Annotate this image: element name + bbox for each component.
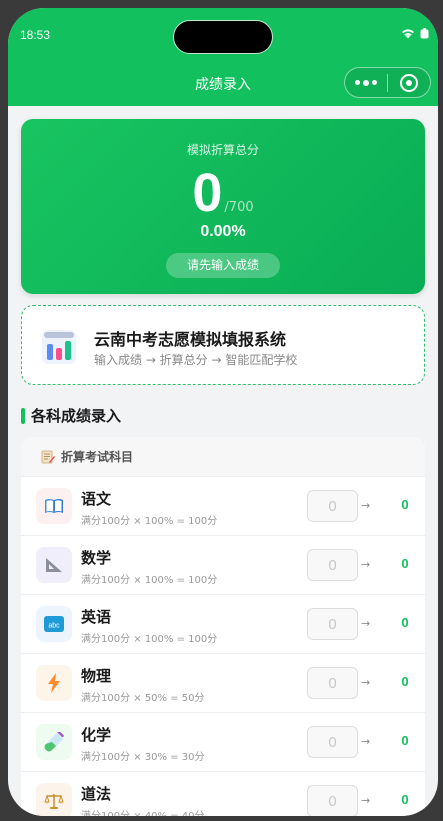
svg-text:abc: abc [48, 623, 60, 630]
section-title: 各科成绩录入 [31, 407, 122, 425]
subject-row: abc 英语满分100分 × 100% = 100分 → 0 [21, 595, 425, 654]
subject-row: 语文满分100分 × 100% = 100分 → 0 [21, 477, 425, 536]
arrow-icon: → [361, 499, 371, 512]
score-percent: 0.00% [200, 223, 246, 240]
subject-formula: 满分100分 × 100% = 100分 [81, 634, 218, 645]
subject-list-card: 折算考试科目 语文满分100分 × 100% = 100分→0数学满分100分 … [21, 437, 425, 816]
subject-name: 道法 [81, 785, 112, 803]
subject-name: 物理 [81, 667, 112, 685]
converted-score: 0 [401, 733, 409, 748]
system-subtitle: 输入成绩 → 折算总分 → 智能匹配学校 [94, 353, 298, 367]
book-icon [36, 488, 72, 524]
converted-score: 0 [401, 615, 409, 630]
converted-score: 0 [401, 792, 409, 807]
total-score: 0 [192, 163, 223, 223]
score-input[interactable] [307, 726, 358, 758]
subject-row: 道法满分100分 × 40% = 40分 → 0 [21, 772, 425, 816]
subject-formula: 满分100分 × 30% = 30分 [81, 752, 205, 763]
arrow-icon: → [361, 735, 371, 748]
list-header-title: 折算考试科目 [61, 450, 134, 464]
more-dot-icon [355, 80, 360, 85]
more-button[interactable] [345, 68, 387, 97]
bar-chart-icon [42, 330, 76, 364]
phone-screen: 18:53 成绩录入 模拟折算总分 0 /700 0.00% 请先输入成绩 云南… [8, 8, 438, 816]
section-header: 各科成绩录入 [21, 405, 121, 426]
system-title: 云南中考志愿模拟填报系统 [94, 330, 287, 349]
subject-row: 物理满分100分 × 50% = 50分 → 0 [21, 654, 425, 713]
score-input[interactable] [307, 490, 358, 522]
more-dot-icon [372, 80, 377, 85]
score-max: /700 [224, 200, 254, 215]
arrow-icon: → [361, 617, 371, 630]
converted-score: 0 [401, 497, 409, 512]
scales-icon [36, 783, 72, 816]
memo-icon [41, 450, 55, 463]
score-summary-card: 模拟折算总分 0/700 0.00% 请先输入成绩 [21, 119, 425, 294]
battery-icon [420, 28, 429, 39]
close-button[interactable] [388, 68, 430, 97]
status-icons [401, 28, 430, 39]
status-time: 18:53 [20, 28, 51, 42]
score-input[interactable] [307, 667, 358, 699]
dynamic-island [173, 20, 273, 54]
subject-formula: 满分100分 × 40% = 40分 [81, 807, 205, 816]
lightning-icon [36, 665, 72, 701]
score-value-row: 0/700 [21, 163, 425, 223]
subject-name: 语文 [81, 490, 112, 508]
subject-name: 数学 [81, 549, 112, 567]
subject-formula: 满分100分 × 100% = 100分 [81, 575, 218, 586]
arrow-icon: → [361, 558, 371, 571]
score-input[interactable] [307, 608, 358, 640]
top-bar: 18:53 成绩录入 [8, 8, 438, 106]
converted-score: 0 [401, 674, 409, 689]
more-dot-icon [363, 79, 369, 86]
ruler-icon [36, 547, 72, 583]
wifi-icon [402, 29, 414, 39]
abc-icon: abc [36, 606, 72, 642]
subject-name: 化学 [81, 726, 112, 744]
arrow-icon: → [361, 794, 371, 807]
score-input[interactable] [307, 785, 358, 816]
subject-row: 化学满分100分 × 30% = 30分 → 0 [21, 713, 425, 772]
subject-formula: 满分100分 × 100% = 100分 [81, 516, 218, 527]
arrow-icon: → [361, 676, 371, 689]
score-label: 模拟折算总分 [186, 143, 259, 157]
system-banner[interactable]: 云南中考志愿模拟填报系统 输入成绩 → 折算总分 → 智能匹配学校 [21, 305, 425, 385]
section-accent-bar [21, 407, 25, 424]
subject-row: 数学满分100分 × 100% = 100分 → 0 [21, 536, 425, 595]
converted-score: 0 [401, 556, 409, 571]
score-input[interactable] [307, 549, 358, 581]
close-circle-icon [400, 73, 418, 92]
subject-formula: 满分100分 × 50% = 50分 [81, 693, 205, 704]
enter-score-button[interactable]: 请先输入成绩 [166, 253, 280, 278]
list-header: 折算考试科目 [21, 437, 425, 477]
miniprogram-capsule [344, 67, 431, 98]
test-tube-icon [36, 724, 72, 760]
subject-name: 英语 [81, 608, 112, 626]
